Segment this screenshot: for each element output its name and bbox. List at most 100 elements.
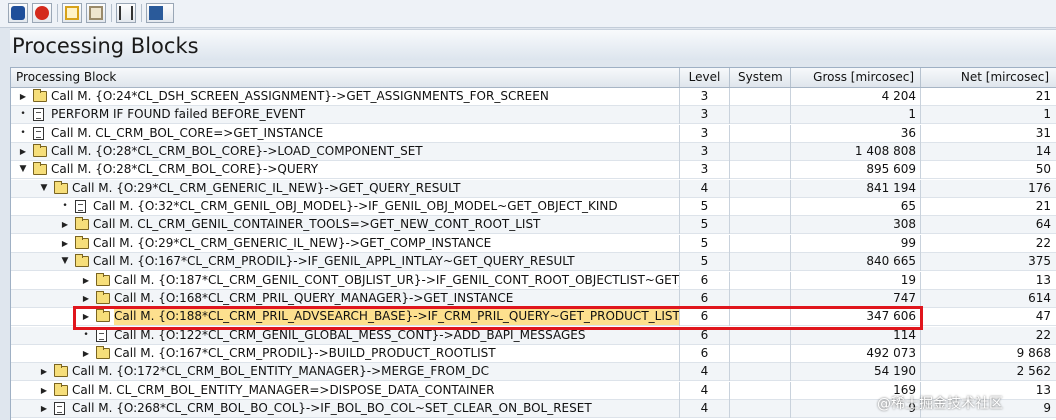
cell-gross: 1 — [791, 106, 921, 125]
cell-system — [730, 161, 791, 180]
cell-gross: 19 — [791, 271, 921, 290]
block-name-text: Call M. {O:28*CL_CRM_BOL_CORE}->LOAD_COM… — [51, 144, 423, 159]
column-header-level[interactable]: Level — [680, 68, 730, 87]
bracket-icon — [119, 6, 133, 20]
cell-system — [730, 198, 791, 217]
expand-node-icon[interactable]: ▶ — [80, 345, 92, 362]
expand-node-icon[interactable]: ▶ — [38, 382, 50, 399]
table-header: Processing Block Level System Gross [mir… — [11, 68, 1056, 88]
cell-level: 5 — [680, 234, 730, 253]
table-row[interactable]: ▼ Call M. {O:29*CL_CRM_GENERIC_IL_NEW}->G… — [11, 179, 1056, 198]
table-row[interactable]: ▶ Call M. {O:187*CL_CRM_GENIL_CONT_OBJLIS… — [11, 271, 1056, 290]
cell-system — [730, 88, 791, 106]
folder-icon — [96, 290, 110, 304]
expand-subtree-button[interactable] — [62, 3, 82, 23]
table-row[interactable]: ▶ Call M. {O:172*CL_CRM_BOL_ENTITY_MANAGE… — [11, 363, 1056, 382]
expand-node-icon[interactable]: ▶ — [80, 272, 92, 289]
cancel-button[interactable] — [32, 3, 52, 23]
block-name-text: PERFORM IF FOUND failed BEFORE_EVENT — [51, 107, 306, 122]
cell-net: 21 — [1035, 199, 1051, 214]
toolbar-separator — [57, 4, 58, 22]
table-row[interactable]: ▶ Call M. {O:24*CL_DSH_SCREEN_ASSIGNMENT}… — [11, 88, 1056, 106]
folder-icon — [96, 345, 110, 359]
table-row[interactable]: ▶ Call M. {O:167*CL_CRM_PRODIL}->BUILD_PR… — [11, 344, 1056, 363]
table-row[interactable]: ▶ Call M. CL_CRM_GENIL_CONTAINER_TOOLS=>G… — [11, 216, 1056, 235]
application-toolbar — [0, 0, 1056, 28]
tree-expand-icon — [65, 6, 79, 20]
block-name-text: Call M. {O:268*CL_CRM_BOL_BO_COL}->IF_BO… — [72, 400, 592, 415]
binoculars-icon — [11, 6, 25, 20]
collapse-subtree-button[interactable] — [86, 3, 106, 23]
cell-gross: 840 665 — [791, 253, 921, 272]
table-row[interactable]: ▶ Call M. {O:28*CL_CRM_BOL_CORE}->LOAD_CO… — [11, 143, 1056, 162]
cell-system — [730, 271, 791, 290]
cell-processing-block: • Call M. {O:32*CL_CRM_GENIL_OBJ_MODEL}->… — [11, 198, 680, 217]
column-header-net[interactable]: Net [mircosec] — [921, 68, 1056, 87]
folder-icon — [75, 235, 89, 249]
cell-level: 3 — [680, 106, 730, 125]
folder-icon — [33, 89, 47, 102]
cell-gross: 54 190 — [791, 363, 921, 382]
highlight-annotation-box — [73, 306, 923, 330]
cell-net: 47 — [1035, 309, 1051, 324]
block-name-text: Call M. CL_CRM_GENIL_CONTAINER_TOOLS=>GE… — [93, 217, 541, 232]
cell-gross: 1 408 808 — [791, 143, 921, 162]
expand-node-icon[interactable]: ▶ — [80, 290, 92, 307]
table-row[interactable]: • Call M. CL_CRM_BOL_CORE=>GET_INSTANCE 3 3… — [11, 124, 1056, 143]
cell-processing-block: ▶ Call M. {O:268*CL_CRM_BOL_BO_COL}->IF_B… — [11, 399, 680, 418]
select-block-button[interactable] — [116, 3, 136, 23]
table-row[interactable]: • PERFORM IF FOUND failed BEFORE_EVENT 3 1 1 — [11, 106, 1056, 125]
cell-system — [730, 216, 791, 235]
folder-icon — [54, 364, 68, 378]
cell-net: 31 — [1035, 125, 1051, 140]
table-row[interactable]: • Call M. {O:32*CL_CRM_GENIL_OBJ_MODEL}->… — [11, 198, 1056, 217]
expand-node-icon[interactable]: ▶ — [38, 400, 50, 417]
block-name-text: Call M. {O:24*CL_DSH_SCREEN_ASSIGNMENT}-… — [51, 89, 549, 103]
page-title-bar: Processing Blocks — [10, 29, 1056, 60]
expand-node-icon[interactable]: ▶ — [17, 88, 29, 105]
table-row[interactable]: ▶ Call M. {O:29*CL_CRM_GENERIC_IL_NEW}->G… — [11, 234, 1056, 253]
cell-system — [730, 344, 791, 363]
cell-gross: 308 — [791, 216, 921, 235]
cell-net: 14 — [1035, 144, 1051, 159]
cell-gross: 99 — [791, 234, 921, 253]
document-icon — [54, 401, 65, 415]
cell-processing-block: ▶ Call M. CL_CRM_GENIL_CONTAINER_TOOLS=>G… — [11, 216, 680, 235]
block-name-text: Call M. {O:167*CL_CRM_PRODIL}->BUILD_PRO… — [114, 345, 496, 360]
column-header-gross[interactable]: Gross [mircosec] — [791, 68, 921, 87]
cell-net: 22 — [1035, 235, 1051, 250]
cell-level: 5 — [680, 198, 730, 217]
collapse-node-icon[interactable]: ▼ — [17, 161, 29, 178]
cell-processing-block: ▶ Call M. {O:172*CL_CRM_BOL_ENTITY_MANAGE… — [11, 363, 680, 382]
document-icon — [96, 328, 107, 342]
collapse-node-icon[interactable]: ▼ — [38, 180, 50, 197]
cell-gross: 841 194 — [791, 179, 921, 198]
expand-node-icon[interactable]: ▶ — [59, 235, 71, 252]
cell-system — [730, 124, 791, 143]
column-header-system[interactable]: System — [730, 68, 791, 87]
expand-node-icon[interactable]: ▶ — [59, 216, 71, 233]
cell-level: 4 — [680, 179, 730, 198]
expand-node-icon[interactable]: ▶ — [38, 363, 50, 380]
cell-gross: 492 073 — [791, 344, 921, 363]
table-row[interactable]: ▼ Call M. {O:28*CL_CRM_BOL_CORE}->QUERY 3 8… — [11, 161, 1056, 180]
cell-level: 4 — [680, 381, 730, 400]
expand-node-icon[interactable]: ▶ — [17, 143, 29, 160]
leaf-bullet-icon: • — [62, 201, 68, 212]
cell-processing-block: ▶ Call M. {O:28*CL_CRM_BOL_CORE}->LOAD_CO… — [11, 143, 680, 162]
table-row[interactable]: ▼ Call M. {O:167*CL_CRM_PRODIL}->IF_GENIL… — [11, 253, 1056, 272]
cell-net: 13 — [1035, 272, 1051, 287]
find-button[interactable] — [8, 3, 28, 23]
block-name-text: Call M. {O:187*CL_CRM_GENIL_CONT_OBJLIST… — [114, 272, 680, 287]
cell-gross: 4 204 — [791, 88, 921, 106]
collapse-node-icon[interactable]: ▼ — [59, 253, 71, 270]
cell-gross: 36 — [791, 124, 921, 143]
cell-system — [730, 363, 791, 382]
cell-processing-block: ▼ Call M. {O:29*CL_CRM_GENERIC_IL_NEW}->G… — [11, 179, 680, 198]
cell-net: 614 — [1028, 290, 1051, 305]
block-name-text: Call M. {O:168*CL_CRM_PRIL_QUERY_MANAGER… — [114, 290, 514, 305]
column-header-processing-block[interactable]: Processing Block — [11, 68, 680, 87]
layout-menu-button[interactable] — [146, 3, 174, 23]
cell-level: 3 — [680, 161, 730, 180]
folder-open-icon — [75, 254, 89, 268]
